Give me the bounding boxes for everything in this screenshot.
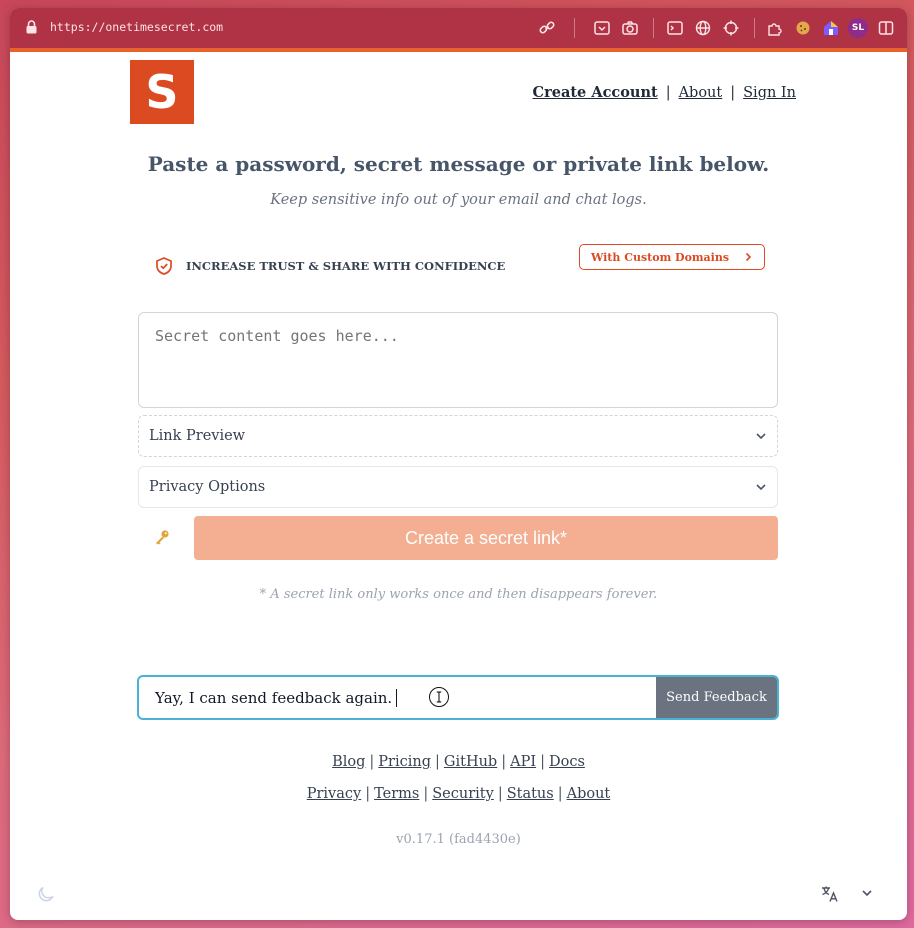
footer-link-api[interactable]: API <box>510 754 536 770</box>
about-link[interactable]: About <box>679 85 723 101</box>
footer-separator: | <box>557 786 563 802</box>
toolbar-divider <box>754 18 755 38</box>
footer-separator: | <box>497 786 503 802</box>
top-nav: Create Account | About | Sign In <box>533 84 796 101</box>
chevron-down-icon <box>756 433 766 440</box>
extension-puzzle-icon[interactable] <box>766 19 784 37</box>
custom-domains-button[interactable]: With Custom Domains <box>579 244 765 270</box>
sign-in-link[interactable]: Sign In <box>743 85 796 101</box>
text-caret <box>396 688 398 707</box>
trust-banner-text: INCREASE TRUST & SHARE WITH CONFIDENCE <box>186 259 506 273</box>
footer-separator: | <box>435 754 440 770</box>
crosshair-icon[interactable] <box>722 19 740 37</box>
footer-link-about[interactable]: About <box>567 786 611 802</box>
footer-separator: | <box>369 754 375 770</box>
terminal-icon[interactable] <box>666 19 684 37</box>
browser-toolbar: https://onetimesecret.com SL <box>10 8 907 52</box>
chevron-right-icon <box>745 252 752 262</box>
secret-link-disclaimer: * A secret link only works once and then… <box>259 587 658 602</box>
footer-link-blog[interactable]: Blog <box>332 754 365 770</box>
nav-separator: | <box>665 85 671 101</box>
footer-link-security[interactable]: Security <box>432 786 494 802</box>
version-label: v0.17.1 (fad4430e) <box>396 832 521 847</box>
sidebar-icon[interactable] <box>877 19 895 37</box>
home-shield-icon[interactable] <box>822 19 840 37</box>
cookie-icon[interactable] <box>794 19 812 37</box>
key-icon <box>156 530 169 545</box>
feedback-input[interactable]: Yay, I can send feedback again. <box>139 677 656 718</box>
footer-link-docs[interactable]: Docs <box>549 754 585 770</box>
feedback-form: Yay, I can send feedback again. Send Fee… <box>137 675 779 720</box>
moon-icon[interactable] <box>36 884 56 904</box>
page-content: S Create Account | About | Sign In Paste a p… <box>10 52 907 920</box>
brand-logo[interactable]: S <box>130 60 194 124</box>
footer-link-pricing[interactable]: Pricing <box>378 754 431 770</box>
address-bar-url[interactable]: https://onetimesecret.com <box>50 20 223 34</box>
camera-icon[interactable] <box>621 19 639 37</box>
footer-link-terms[interactable]: Terms <box>374 786 419 802</box>
footer-link-status[interactable]: Status <box>507 786 554 802</box>
secret-content-input[interactable] <box>138 312 778 408</box>
footer-links-primary: Blog | Pricing | GitHub | API | Docs <box>10 754 907 770</box>
page-headline: Paste a password, secret message or priv… <box>147 152 770 176</box>
link-icon[interactable] <box>538 19 556 37</box>
footer-links-secondary: Privacy | Terms | Security | Status | About <box>10 786 907 802</box>
footer-separator: | <box>540 754 545 770</box>
trust-banner: INCREASE TRUST & SHARE WITH CONFIDENCE <box>154 256 505 276</box>
reader-icon[interactable] <box>593 19 611 37</box>
text-cursor-icon <box>429 687 449 707</box>
custom-domains-label: With Custom Domains <box>590 250 730 264</box>
create-secret-link-button[interactable]: Create a secret link* <box>194 516 778 560</box>
send-feedback-button[interactable]: Send Feedback <box>656 677 777 718</box>
footer-separator: | <box>501 754 507 770</box>
privacy-options-label: Privacy Options <box>149 479 266 495</box>
globe-icon[interactable] <box>694 19 712 37</box>
chevron-down-icon[interactable] <box>860 886 874 900</box>
browser-window: https://onetimesecret.com SL S Create Ac… <box>10 8 907 920</box>
footer-separator: | <box>365 786 371 802</box>
profile-avatar[interactable]: SL <box>848 18 868 38</box>
shield-check-icon <box>156 257 172 275</box>
link-preview-toggle[interactable]: Link Preview <box>138 415 778 457</box>
toolbar-divider <box>653 18 654 38</box>
footer-link-github[interactable]: GitHub <box>444 754 497 770</box>
footer-separator: | <box>423 786 429 802</box>
nav-separator: | <box>730 85 736 101</box>
translate-icon[interactable] <box>820 884 840 904</box>
lock-icon <box>26 20 37 34</box>
page-subtitle: Keep sensitive info out of your email an… <box>270 192 647 208</box>
toolbar-divider <box>574 18 575 38</box>
footer-link-privacy[interactable]: Privacy <box>307 786 361 802</box>
create-account-link[interactable]: Create Account <box>533 84 658 101</box>
privacy-options-toggle[interactable]: Privacy Options <box>138 466 778 508</box>
chevron-down-icon <box>756 484 766 491</box>
link-preview-label: Link Preview <box>149 428 246 444</box>
feedback-input-value: Yay, I can send feedback again. <box>155 688 393 707</box>
